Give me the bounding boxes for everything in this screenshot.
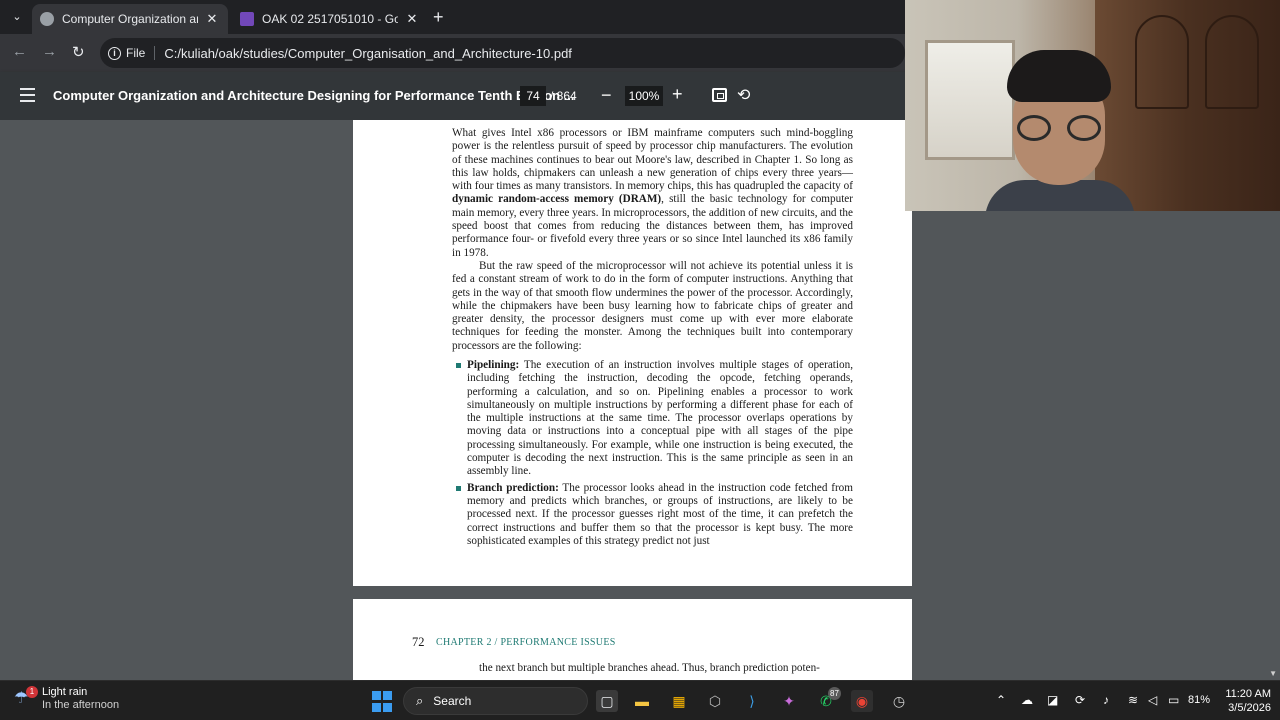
close-tab-icon[interactable]: ✕ xyxy=(404,11,420,27)
search-icon: ⌕ xyxy=(416,693,424,708)
bold-term: dynamic random-access memory (DRAM) xyxy=(452,193,662,206)
battery-percent: 81% xyxy=(1188,694,1211,706)
file-explorer-icon[interactable]: ▬ xyxy=(631,690,653,712)
page-total: / 864 xyxy=(550,89,577,103)
weather-badge: 1 xyxy=(26,686,38,698)
back-button[interactable]: ← xyxy=(12,43,27,60)
rain-icon: ☂ 1 xyxy=(14,686,38,710)
start-button[interactable] xyxy=(371,690,393,712)
tab-search-button[interactable]: ⌄ xyxy=(8,7,26,25)
battery-icon[interactable]: ▭ xyxy=(1168,693,1179,707)
list-item: Branch prediction: The processor looks a… xyxy=(456,481,853,547)
cloud-icon[interactable]: ☁ xyxy=(1021,693,1033,707)
forward-button[interactable]: → xyxy=(42,43,57,60)
person xyxy=(985,50,1135,211)
search-label: Search xyxy=(433,694,472,708)
tray-app-icon[interactable]: ◪ xyxy=(1047,693,1058,707)
fit-page-icon[interactable] xyxy=(712,88,727,102)
whatsapp-badge: 87 xyxy=(828,687,841,700)
pdf-page: What gives Intel x86 processors or IBM m… xyxy=(353,120,912,586)
tab-title: OAK 02 2517051010 - Google F xyxy=(262,12,398,26)
tab-pdf[interactable]: Computer Organization and Ar ✕ xyxy=(32,4,228,34)
globe-icon xyxy=(40,12,54,26)
info-icon[interactable]: i xyxy=(108,46,121,60)
file-chip[interactable]: File xyxy=(126,46,156,60)
tab-title: Computer Organization and Ar xyxy=(62,12,198,26)
zoom-out-button[interactable]: − xyxy=(601,85,612,106)
weather-title: Light rain xyxy=(42,686,88,698)
list-item: Pipelining: The execution of an instruct… xyxy=(456,359,853,478)
taskbar: ☂ 1 Light rain In the afternoon ⌕ Search … xyxy=(0,680,1280,720)
menu-icon[interactable] xyxy=(20,88,35,102)
app-icon[interactable]: ⬡ xyxy=(704,690,726,712)
store-icon[interactable]: ▦ xyxy=(668,690,690,712)
scroll-down-icon[interactable]: ▼ xyxy=(1269,669,1277,678)
copilot-icon[interactable]: ✦ xyxy=(778,690,800,712)
paragraph: the next branch but multiple branches ah… xyxy=(479,662,820,674)
page-number-input[interactable]: 74 xyxy=(520,86,546,106)
zoom-level-input[interactable]: 100% xyxy=(625,86,663,106)
whatsapp-icon[interactable]: ✆ 87 xyxy=(815,687,841,712)
sync-icon[interactable]: ⟳ xyxy=(1075,693,1085,707)
timer-icon[interactable]: ◷ xyxy=(888,690,910,712)
new-tab-button[interactable]: + xyxy=(433,7,444,28)
date: 3/5/2026 xyxy=(1228,702,1271,714)
pdf-page: 72 CHAPTER 2 / PERFORMANCE ISSUES the ne… xyxy=(353,599,912,680)
webcam-overlay xyxy=(905,0,1280,211)
weather-widget[interactable]: ☂ 1 Light rain In the afternoon xyxy=(14,686,119,712)
weather-subtitle: In the afternoon xyxy=(42,699,120,711)
volume-icon[interactable]: ◁ xyxy=(1148,693,1157,707)
close-tab-icon[interactable]: ✕ xyxy=(204,11,220,27)
address-bar[interactable]: i File C:/kuliah/oak/studies/Computer_Or… xyxy=(100,38,905,68)
rotate-icon[interactable]: ⟲ xyxy=(737,85,750,105)
wifi-icon[interactable]: ≋ xyxy=(1128,693,1138,707)
time: 11:20 AM xyxy=(1225,688,1271,700)
chapter-header: CHAPTER 2 / PERFORMANCE ISSUES xyxy=(436,637,616,648)
reload-button[interactable]: ↻ xyxy=(72,43,85,61)
vscode-icon[interactable]: ⟩ xyxy=(741,690,763,712)
page-number: 72 xyxy=(412,635,425,649)
google-forms-icon xyxy=(240,12,254,26)
task-view-icon[interactable]: ▢ xyxy=(596,690,618,712)
microphone-icon[interactable]: ♪ xyxy=(1103,693,1109,707)
show-hidden-icons[interactable]: ⌃ xyxy=(996,693,1006,707)
tab-google-forms[interactable]: OAK 02 2517051010 - Google F ✕ xyxy=(232,4,428,34)
bullet-list: Pipelining: The execution of an instruct… xyxy=(456,359,853,551)
paragraph: What gives Intel x86 processors or IBM m… xyxy=(452,127,853,259)
url-text[interactable]: C:/kuliah/oak/studies/Computer_Organisat… xyxy=(164,46,572,61)
paragraph: But the raw speed of the microprocessor … xyxy=(452,260,853,352)
zoom-in-button[interactable]: + xyxy=(672,84,683,105)
clock[interactable]: 11:20 AM 3/5/2026 xyxy=(1215,687,1271,715)
document-title: Computer Organization and Architecture D… xyxy=(53,88,575,103)
taskbar-search[interactable]: ⌕ Search xyxy=(403,687,588,715)
chrome-icon[interactable]: ◉ xyxy=(851,690,873,712)
glasses-icon xyxy=(1017,115,1051,141)
